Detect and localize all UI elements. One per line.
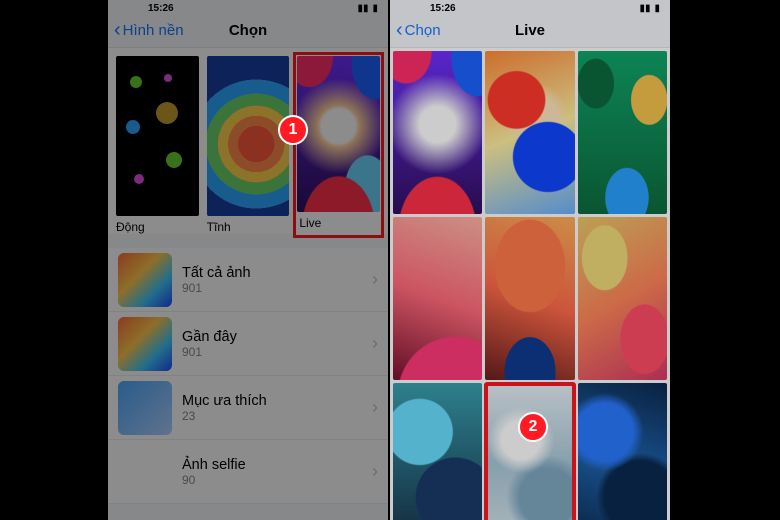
status-time: 15:26 bbox=[430, 3, 456, 14]
album-row-favorites[interactable]: Mục ưa thích 23 › bbox=[108, 376, 388, 440]
album-title: Ảnh selfie bbox=[182, 457, 362, 473]
chevron-left-icon: ‹ bbox=[396, 20, 403, 40]
annotation-badge-1: 1 bbox=[278, 115, 308, 145]
album-title: Gần đây bbox=[182, 329, 362, 345]
album-count: 23 bbox=[182, 409, 362, 423]
category-static[interactable]: Tĩnh bbox=[207, 56, 290, 234]
thumbnail-icon bbox=[207, 56, 290, 216]
wallpaper-thumb[interactable] bbox=[578, 51, 667, 214]
annotation-badge-2: 2 bbox=[518, 412, 548, 442]
screen-live-wallpapers: 15:26 ▮▮▮ ‹ Chọn Live 2 bbox=[390, 0, 670, 520]
album-text: Mục ưa thích 23 bbox=[182, 393, 362, 423]
status-time: 15:26 bbox=[148, 3, 174, 14]
category-label: Động bbox=[116, 220, 199, 234]
status-bar: 15:26 ▮▮▮ bbox=[108, 0, 388, 14]
back-button[interactable]: ‹ Chọn bbox=[396, 22, 441, 40]
album-text: Gần đây 901 bbox=[182, 329, 362, 359]
album-title: Tất cả ảnh bbox=[182, 265, 362, 281]
page-title: Chọn bbox=[229, 22, 267, 39]
album-count: 901 bbox=[182, 281, 362, 295]
wallpaper-thumb-selected[interactable] bbox=[485, 383, 574, 520]
back-label: Hình nền bbox=[123, 22, 184, 39]
album-list: Tất cả ảnh 901 › Gần đây 901 › Mục ưa th… bbox=[108, 248, 388, 504]
wallpaper-category-row: Động Tĩnh Live bbox=[108, 48, 388, 234]
album-text: Ảnh selfie 90 bbox=[182, 457, 362, 487]
back-label: Chọn bbox=[405, 22, 441, 39]
chevron-left-icon: ‹ bbox=[114, 20, 121, 40]
wallpaper-thumb[interactable] bbox=[485, 217, 574, 380]
album-count: 901 bbox=[182, 345, 362, 359]
album-row-all-photos[interactable]: Tất cả ảnh 901 › bbox=[108, 248, 388, 312]
screen-wallpaper-chooser: 15:26 ▮▮▮ ‹ Hình nền Chọn Động bbox=[108, 0, 388, 520]
chevron-right-icon: › bbox=[372, 269, 378, 290]
wallpaper-thumb[interactable] bbox=[393, 383, 482, 520]
album-row-selfies[interactable]: Ảnh selfie 90 › bbox=[108, 440, 388, 504]
battery-icon: ▮ bbox=[372, 3, 378, 14]
wallpaper-thumb[interactable] bbox=[393, 217, 482, 380]
status-icons: ▮▮▮ bbox=[635, 3, 660, 14]
wallpaper-thumb[interactable] bbox=[578, 383, 667, 520]
signal-icon: ▮▮ bbox=[639, 3, 650, 14]
thumbnail-icon bbox=[116, 56, 199, 216]
status-bar: 15:26 ▮▮▮ bbox=[390, 0, 670, 14]
album-count: 90 bbox=[182, 473, 362, 487]
category-label: Tĩnh bbox=[207, 220, 290, 234]
status-icons: ▮▮▮ bbox=[353, 3, 378, 14]
live-wallpaper-grid bbox=[390, 48, 670, 520]
album-title: Mục ưa thích bbox=[182, 393, 362, 409]
category-live[interactable]: Live bbox=[295, 54, 382, 236]
chevron-right-icon: › bbox=[372, 461, 378, 482]
nav-bar: ‹ Hình nền Chọn bbox=[108, 14, 388, 48]
category-dynamic[interactable]: Động bbox=[116, 56, 199, 234]
page-title: Live bbox=[515, 22, 545, 39]
battery-icon: ▮ bbox=[654, 3, 660, 14]
album-text: Tất cả ảnh 901 bbox=[182, 265, 362, 295]
back-button[interactable]: ‹ Hình nền bbox=[114, 22, 184, 40]
wallpaper-thumb[interactable] bbox=[485, 51, 574, 214]
wallpaper-thumb[interactable] bbox=[578, 217, 667, 380]
nav-bar: ‹ Chọn Live bbox=[390, 14, 670, 48]
chevron-right-icon: › bbox=[372, 397, 378, 418]
album-row-recents[interactable]: Gần đây 901 › bbox=[108, 312, 388, 376]
wallpaper-thumb[interactable] bbox=[393, 51, 482, 214]
thumbnail-icon bbox=[297, 56, 380, 212]
category-label: Live bbox=[297, 216, 380, 232]
album-thumb-icon bbox=[118, 253, 172, 307]
album-thumb-icon bbox=[118, 381, 172, 435]
chevron-right-icon: › bbox=[372, 333, 378, 354]
signal-icon: ▮▮ bbox=[357, 3, 368, 14]
album-thumb-icon bbox=[118, 317, 172, 371]
